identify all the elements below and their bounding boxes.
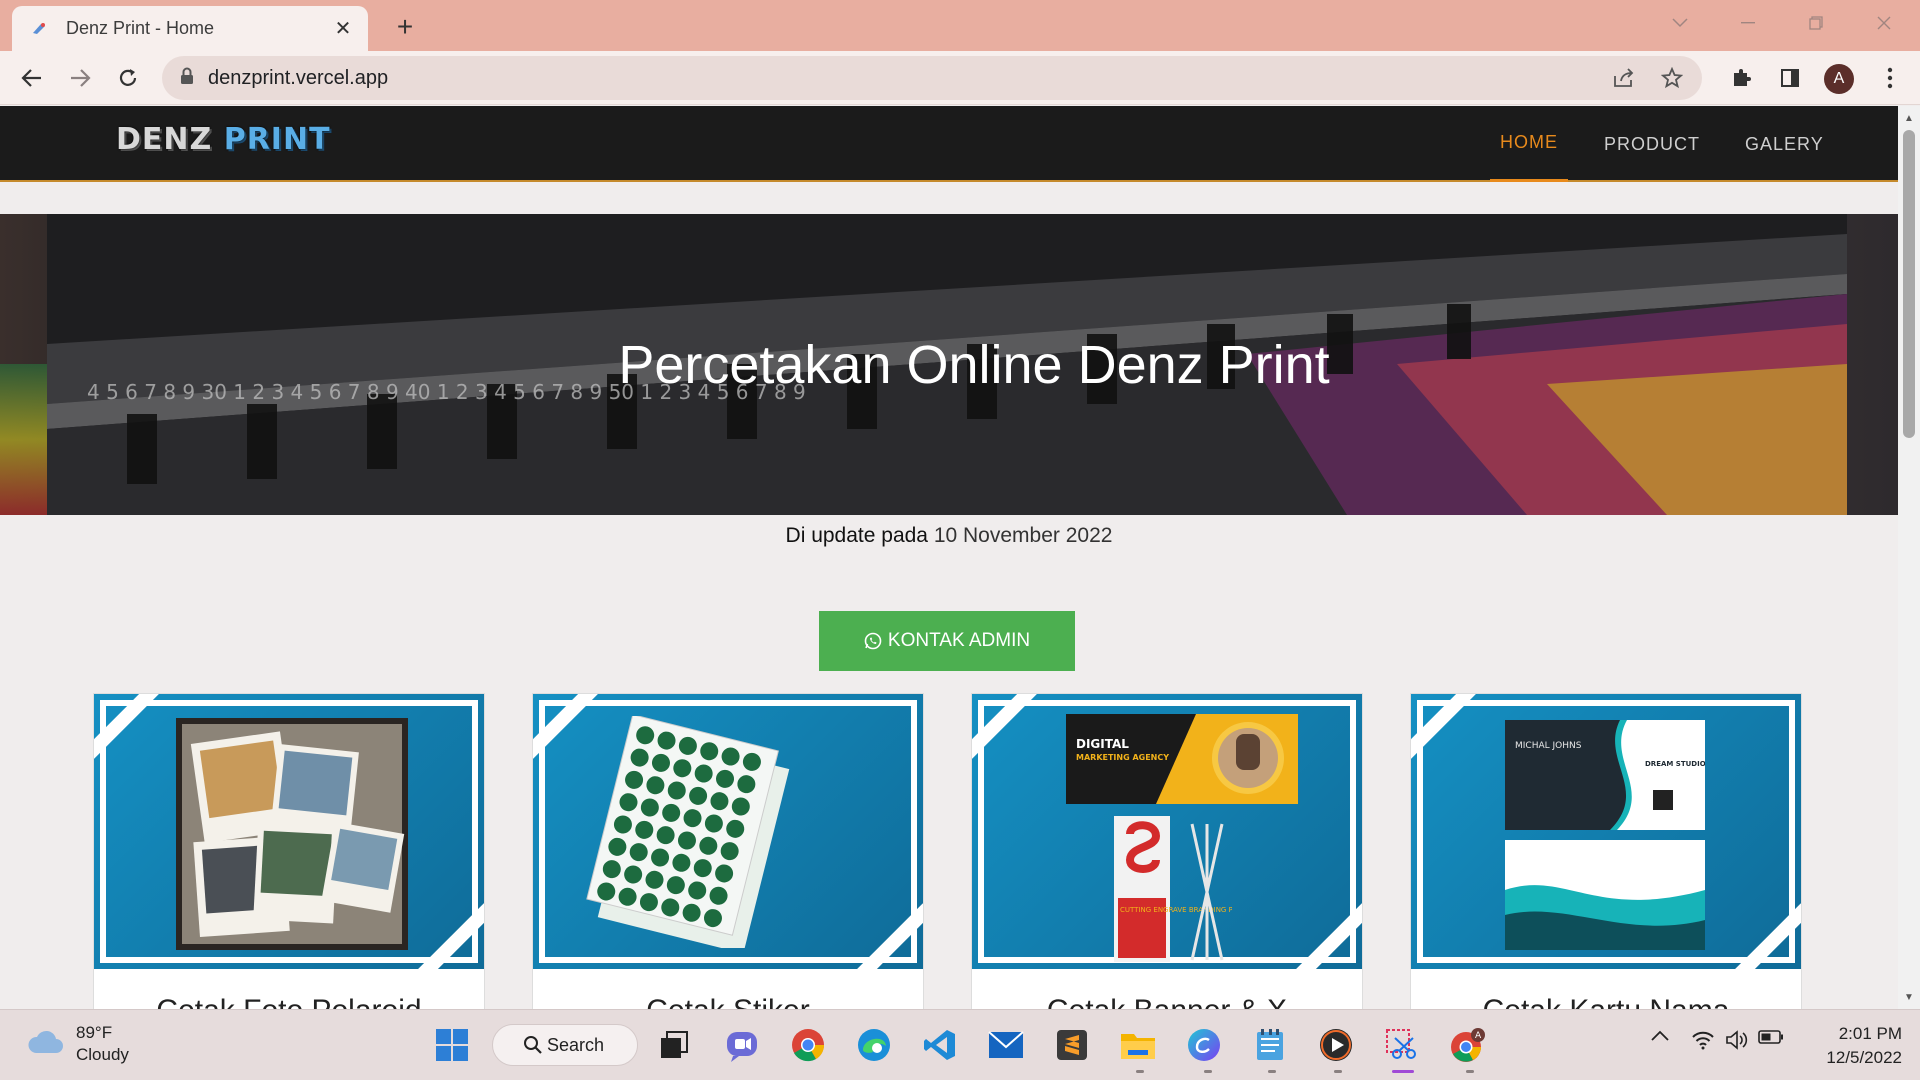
wifi-icon[interactable] xyxy=(1688,1030,1718,1050)
sublime-text-icon[interactable] xyxy=(1052,1025,1092,1065)
sticker-sheet-image xyxy=(586,716,790,948)
whatsapp-icon xyxy=(864,632,882,650)
nav-link-product[interactable]: PRODUCT xyxy=(1594,106,1710,182)
hero-banner: 4 5 6 7 8 9 30 1 2 3 4 5 6 7 8 9 40 1 2 … xyxy=(0,214,1898,515)
cloud-icon xyxy=(26,1029,64,1060)
teams-chat-icon[interactable] xyxy=(722,1025,762,1065)
site-navbar: DENZ PRINT HOME PRODUCT GALERY xyxy=(0,106,1898,182)
browser-tab-bar: Denz Print - Home ✕ + xyxy=(0,0,1920,51)
contact-admin-button[interactable]: KONTAK ADMIN xyxy=(819,611,1075,671)
page-viewport: DENZ PRINT HOME PRODUCT GALERY 4 5 6 7 8… xyxy=(0,106,1898,1009)
browser-tab-active[interactable]: Denz Print - Home ✕ xyxy=(12,6,368,51)
svg-text:A: A xyxy=(1475,1031,1482,1041)
card-name-text: MICHAL JOHNS xyxy=(1515,741,1582,751)
snipping-tool-icon[interactable] xyxy=(1382,1025,1422,1065)
canva-icon[interactable] xyxy=(1184,1025,1224,1065)
windows-taskbar: 89°F Cloudy Search A 2:01 PM 12/5/2022 xyxy=(0,1009,1920,1080)
product-card-stiker[interactable]: Cetak Stiker xyxy=(532,693,924,1009)
scroll-up-arrow-icon[interactable]: ▲ xyxy=(1903,112,1915,124)
banner-line-2: MARKETING AGENCY xyxy=(1076,753,1169,762)
extensions-puzzle-icon[interactable] xyxy=(1724,60,1760,96)
browser-menu-icon[interactable] xyxy=(1872,60,1908,96)
mail-icon[interactable] xyxy=(986,1025,1026,1065)
site-favicon-icon xyxy=(30,20,48,38)
page-scrollbar[interactable]: ▲ ▼ xyxy=(1898,106,1920,1009)
close-tab-icon[interactable]: ✕ xyxy=(332,18,354,40)
logo-part-2: PRINT xyxy=(223,122,331,157)
nav-link-home[interactable]: HOME xyxy=(1490,106,1568,182)
product-title[interactable]: Cetak Stiker xyxy=(533,994,923,1009)
product-title[interactable]: Cetak Foto Polaroid xyxy=(94,994,484,1009)
tab-title: Denz Print - Home xyxy=(66,18,215,38)
product-image: MICHAL JOHNS DREAM STUDIO xyxy=(1411,694,1801,969)
update-prefix: Di update pada xyxy=(785,524,928,547)
product-card-banner[interactable]: DIGITAL MARKETING AGENCY CUTTING ENGRAVE… xyxy=(971,693,1363,1009)
volume-icon[interactable] xyxy=(1722,1030,1752,1050)
contact-admin-label: KONTAK ADMIN xyxy=(887,630,1031,651)
side-panel-icon[interactable] xyxy=(1772,60,1808,96)
business-card-image: MICHAL JOHNS DREAM STUDIO xyxy=(1505,720,1705,950)
file-explorer-icon[interactable] xyxy=(1118,1025,1158,1065)
weather-desc: Cloudy xyxy=(76,1045,129,1064)
banner-thumbnail-image: DIGITAL MARKETING AGENCY xyxy=(1066,714,1298,804)
chrome-profile-icon[interactable]: A xyxy=(1448,1025,1488,1065)
product-card-kartu-nama[interactable]: MICHAL JOHNS DREAM STUDIO Cetak Kartu Na… xyxy=(1410,693,1802,1009)
polaroid-photos-image xyxy=(176,718,408,950)
nav-link-galery[interactable]: GALERY xyxy=(1735,106,1834,182)
product-image xyxy=(533,694,923,969)
scroll-down-arrow-icon[interactable]: ▼ xyxy=(1903,991,1915,1003)
product-title[interactable]: Cetak Banner & X xyxy=(972,994,1362,1009)
bookmark-star-icon[interactable] xyxy=(1654,60,1690,96)
edge-icon[interactable] xyxy=(854,1025,894,1065)
chrome-icon[interactable] xyxy=(788,1025,828,1065)
media-player-icon[interactable] xyxy=(1316,1025,1356,1065)
update-date: 10 November 2022 xyxy=(933,524,1113,547)
banner-line-1: DIGITAL xyxy=(1076,737,1129,751)
clock-time: 2:01 PM xyxy=(1838,1024,1902,1043)
back-button[interactable] xyxy=(14,60,50,96)
browser-toolbar: denzprint.vercel.app A xyxy=(0,51,1920,105)
battery-icon[interactable] xyxy=(1756,1030,1786,1044)
reload-button[interactable] xyxy=(110,60,146,96)
forward-button[interactable] xyxy=(62,60,98,96)
standee-text: CUTTING ENGRAVE BRANDING PRINTING DESIGN xyxy=(1120,906,1232,914)
search-icon xyxy=(523,1035,543,1060)
notepad-icon[interactable] xyxy=(1250,1025,1290,1065)
profile-avatar[interactable]: A xyxy=(1824,64,1854,94)
update-info: Di update pada 10 November 2022 xyxy=(0,524,1898,548)
share-icon[interactable] xyxy=(1606,60,1642,96)
logo-part-1: DENZ xyxy=(116,122,213,157)
product-image: DIGITAL MARKETING AGENCY CUTTING ENGRAVE… xyxy=(972,694,1362,969)
show-hidden-icons-chevron-icon[interactable] xyxy=(1646,1030,1674,1042)
x-banner-image: CUTTING ENGRAVE BRANDING PRINTING DESIGN xyxy=(1114,816,1232,962)
vscode-icon[interactable] xyxy=(920,1025,960,1065)
tab-search-chevron-icon[interactable] xyxy=(1652,8,1708,38)
hero-title: Percetakan Online Denz Print xyxy=(618,334,1330,395)
product-card-polaroid[interactable]: Cetak Foto Polaroid xyxy=(93,693,485,1009)
address-bar[interactable]: denzprint.vercel.app xyxy=(162,56,1702,100)
url-text[interactable]: denzprint.vercel.app xyxy=(208,67,1606,90)
restore-button[interactable] xyxy=(1788,8,1844,38)
weather-widget[interactable]: 89°F Cloudy xyxy=(26,1022,129,1066)
site-logo[interactable]: DENZ PRINT xyxy=(116,122,331,157)
lock-icon[interactable] xyxy=(180,67,194,90)
close-window-button[interactable] xyxy=(1856,8,1912,38)
scrollbar-thumb[interactable] xyxy=(1903,130,1915,438)
clock-date: 12/5/2022 xyxy=(1826,1048,1902,1067)
search-label: Search xyxy=(547,1034,605,1055)
minimize-button[interactable] xyxy=(1720,8,1776,38)
product-title[interactable]: Cetak Kartu Nama xyxy=(1411,994,1801,1009)
card-brand-text: DREAM STUDIO xyxy=(1645,760,1705,768)
new-tab-button[interactable]: + xyxy=(390,11,420,42)
windows-start-icon[interactable] xyxy=(432,1025,472,1065)
weather-temp: 89°F xyxy=(76,1023,113,1042)
taskbar-clock[interactable]: 2:01 PM 12/5/2022 xyxy=(1806,1022,1902,1070)
task-view-icon[interactable] xyxy=(654,1025,694,1065)
taskbar-search[interactable]: Search xyxy=(492,1024,638,1066)
product-image xyxy=(94,694,484,969)
